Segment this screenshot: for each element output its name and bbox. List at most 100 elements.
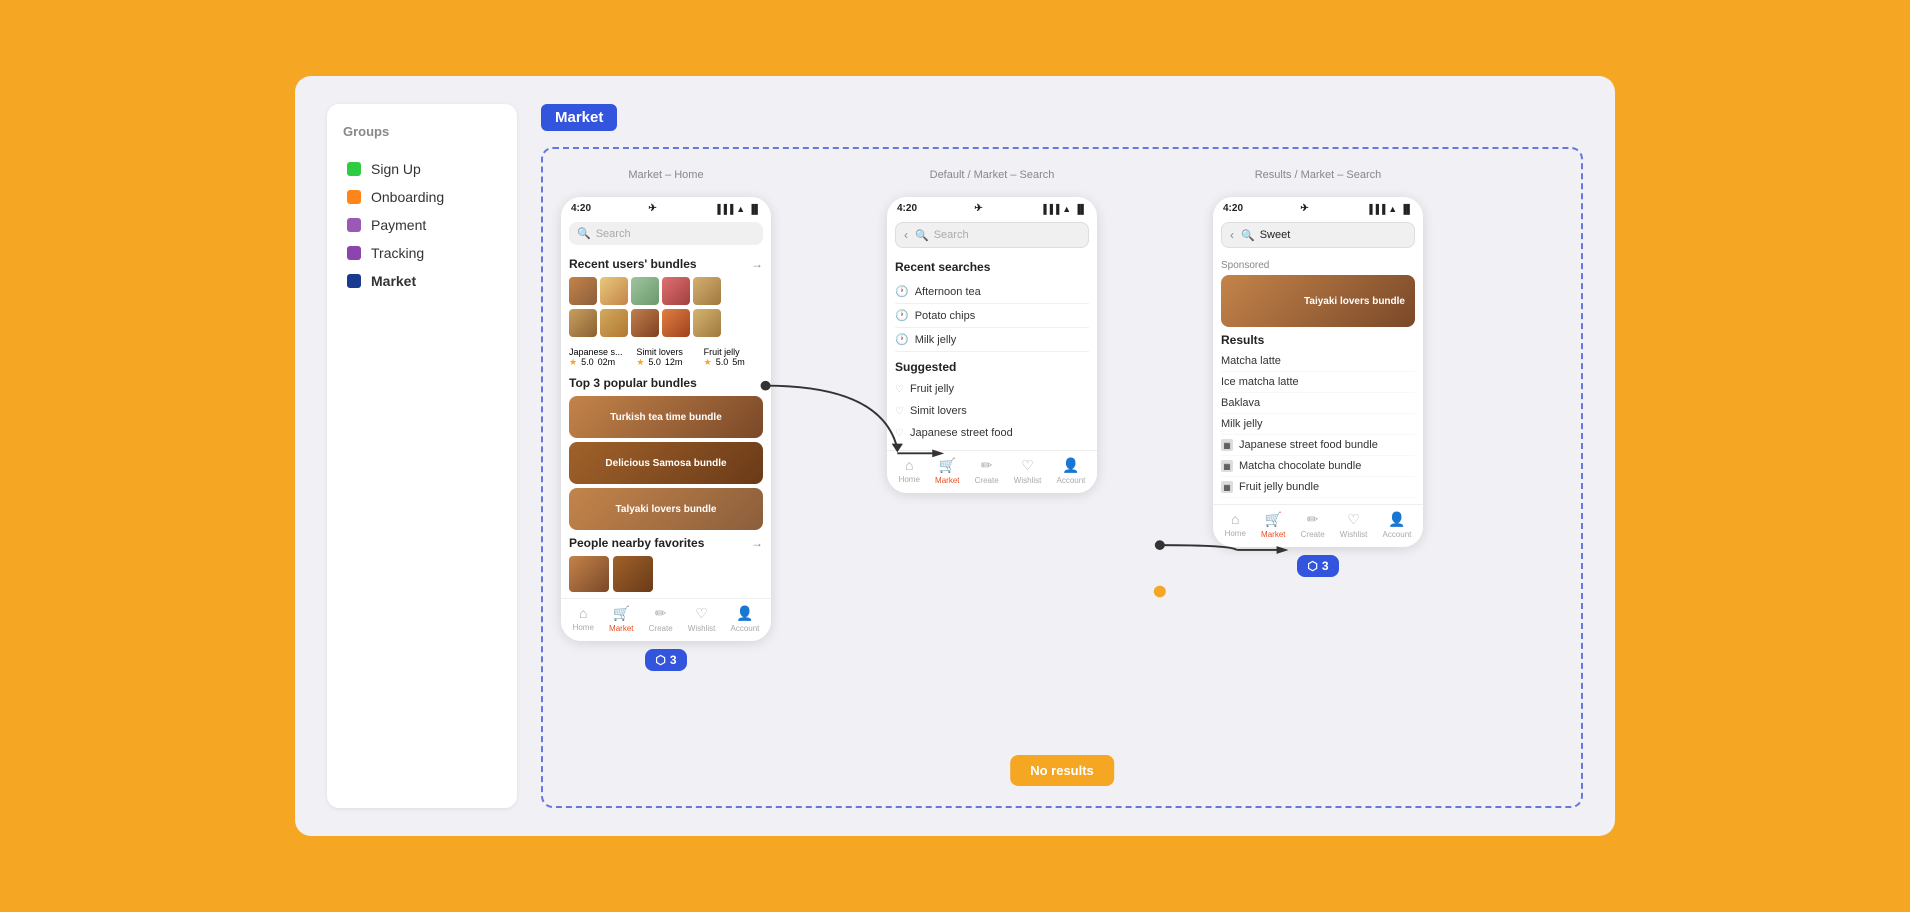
sidebar-item-signup[interactable]: Sign Up — [343, 155, 501, 183]
sponsored-label: Sponsored — [1221, 260, 1415, 271]
nav-home[interactable]: ⌂ Home — [573, 605, 594, 633]
screen2-nav-market[interactable]: 🛒 Market — [935, 457, 959, 485]
wifi-icon: ▲ — [736, 204, 745, 214]
screen2-battery-icon: ▐▌ — [1074, 204, 1087, 214]
sidebar-item-market[interactable]: Market — [343, 267, 501, 295]
bundle3-stars: ★ — [704, 357, 712, 368]
sidebar: Groups Sign Up Onboarding Payment Tracki… — [327, 104, 517, 808]
top-bundle-1[interactable]: Turkish tea time bundle — [569, 396, 763, 438]
sponsored-banner[interactable]: Taiyaki lovers bundle — [1221, 275, 1415, 327]
screen3-status-icons: ▐▐▐ ▲ ▐▌ — [1366, 204, 1413, 214]
screen1-bundle-grid — [569, 277, 763, 337]
screen3-badge-count: 3 — [1322, 559, 1329, 573]
top-bundle-3[interactable]: Talyaki lovers bundle — [569, 488, 763, 530]
sidebar-item-tracking[interactable]: Tracking — [343, 239, 501, 267]
suggested-item-3[interactable]: ♡ Japanese street food — [895, 422, 1089, 444]
bundle1-info: Japanese s... ★ 5.0 02m — [569, 347, 628, 368]
result-item-2[interactable]: Ice matcha latte — [1221, 372, 1415, 393]
nav-account[interactable]: 👤 Account — [731, 605, 760, 633]
result-3-label: Baklava — [1221, 397, 1260, 409]
screen2-nav-wishlist-label: Wishlist — [1014, 476, 1042, 485]
screen1-location-icon: ✈ — [648, 203, 656, 214]
screen2-col: Default / Market – Search 4:20 ✈ ▐▐▐ ▲ ▐… — [887, 169, 1097, 786]
result-item-6[interactable]: ▦ Matcha chocolate bundle — [1221, 456, 1415, 477]
account-icon: 👤 — [736, 605, 753, 622]
sidebar-title: Groups — [343, 124, 501, 139]
screen2-search-bar[interactable]: ‹ 🔍 Search — [895, 222, 1089, 248]
home-icon: ⌂ — [579, 605, 587, 621]
screen2-nav-market-label: Market — [935, 476, 959, 485]
screen3-nav-home[interactable]: ⌂ Home — [1225, 511, 1246, 539]
suggested-item-3-label: Japanese street food — [910, 427, 1013, 439]
screen1-nearby-header: People nearby favorites → — [569, 536, 763, 550]
screen2-nav-create[interactable]: ✏ Create — [975, 457, 999, 485]
screen3-search-icon: 🔍 — [1241, 229, 1255, 242]
bundle1-rating: 5.0 — [581, 357, 594, 368]
result-item-1[interactable]: Matcha latte — [1221, 351, 1415, 372]
recent-item-3[interactable]: 🕐 Milk jelly — [895, 328, 1089, 352]
screen2-nav-account[interactable]: 👤 Account — [1057, 457, 1086, 485]
bundle2-name: Simit lovers — [636, 347, 695, 357]
screen3-search-value: Sweet — [1260, 229, 1291, 241]
result-item-4[interactable]: Milk jelly — [1221, 414, 1415, 435]
onboarding-dot — [347, 190, 361, 204]
screens-wrapper: Market – Home 4:20 ✈ ▐▐▐ ▲ ▐▌ 🔍 — [541, 147, 1583, 808]
nav-wishlist[interactable]: ♡ Wishlist — [688, 605, 716, 633]
nearby-thumbs — [569, 556, 763, 592]
screen1-search-bar[interactable]: 🔍 Search — [569, 222, 763, 245]
screen2-location-icon: ✈ — [974, 203, 982, 214]
screen2-signal-icon: ▐▐▐ — [1040, 204, 1059, 214]
bundle1-stars: ★ — [569, 357, 577, 368]
suggested-item-2[interactable]: ♡ Simit lovers — [895, 400, 1089, 422]
create-icon: ✏ — [655, 605, 667, 622]
screen1-recent-arrow[interactable]: → — [751, 257, 763, 271]
result-item-7[interactable]: ▦ Fruit jelly bundle — [1221, 477, 1415, 498]
heart-icon-3: ♡ — [895, 428, 904, 439]
sidebar-item-payment[interactable]: Payment — [343, 211, 501, 239]
screen1-nearby-title: People nearby favorites — [569, 536, 704, 550]
screen3-nav-account[interactable]: 👤 Account — [1383, 511, 1412, 539]
recent-item-1-label: Afternoon tea — [915, 286, 981, 298]
screen3-time: 4:20 — [1223, 203, 1243, 214]
screen1-nearby-arrow[interactable]: → — [751, 536, 763, 550]
screen3-market-icon: 🛒 — [1265, 511, 1282, 528]
sidebar-label-payment: Payment — [371, 217, 426, 233]
bundle3-info: Fruit jelly ★ 5.0 5m — [704, 347, 763, 368]
screen1-body: Recent users' bundles → — [561, 251, 771, 598]
suggested-item-1[interactable]: ♡ Fruit jelly — [895, 378, 1089, 400]
result-item-3[interactable]: Baklava — [1221, 393, 1415, 414]
screen3-battery-icon: ▐▌ — [1400, 204, 1413, 214]
screen3-status-bar: 4:20 ✈ ▐▐▐ ▲ ▐▌ — [1213, 197, 1423, 218]
screen2-nav-wishlist[interactable]: ♡ Wishlist — [1014, 457, 1042, 485]
screen2-nav-home[interactable]: ⌂ Home — [899, 457, 920, 485]
sponsored-item-label: Taiyaki lovers bundle — [1304, 296, 1405, 307]
result-item-5[interactable]: ▦ Japanese street food bundle — [1221, 435, 1415, 456]
screen3-nav-market[interactable]: 🛒 Market — [1261, 511, 1285, 539]
screen3-layer-icon: ⬡ — [1307, 559, 1317, 573]
payment-dot — [347, 218, 361, 232]
screen3-back-btn[interactable]: ‹ — [1230, 228, 1234, 242]
bundle-icon-5: ▦ — [1221, 439, 1233, 451]
screen3-nav-create[interactable]: ✏ Create — [1301, 511, 1325, 539]
sidebar-item-onboarding[interactable]: Onboarding — [343, 183, 501, 211]
nav-market[interactable]: 🛒 Market — [609, 605, 633, 633]
suggested-item-1-label: Fruit jelly — [910, 383, 954, 395]
screen3-nav-wishlist[interactable]: ♡ Wishlist — [1340, 511, 1368, 539]
screen1-col: Market – Home 4:20 ✈ ▐▐▐ ▲ ▐▌ 🔍 — [561, 169, 771, 786]
recent-item-1[interactable]: 🕐 Afternoon tea — [895, 280, 1089, 304]
top-bundle-2-label: Delicious Samosa bundle — [605, 458, 726, 469]
top-bundle-2[interactable]: Delicious Samosa bundle — [569, 442, 763, 484]
nav-create[interactable]: ✏ Create — [649, 605, 673, 633]
screen2-back-btn[interactable]: ‹ — [904, 228, 908, 242]
screen1-top3-header: Top 3 popular bundles — [569, 376, 763, 390]
screen3-label: Results / Market – Search — [1255, 169, 1382, 181]
screen3-col: Results / Market – Search 4:20 ✈ ▐▐▐ ▲ ▐… — [1213, 169, 1423, 786]
result-2-label: Ice matcha latte — [1221, 376, 1299, 388]
screen2-search-icon: 🔍 — [915, 229, 929, 242]
thumb4 — [662, 277, 690, 305]
bundle-icon-7: ▦ — [1221, 481, 1233, 493]
result-5-label: Japanese street food bundle — [1239, 439, 1378, 451]
screen3-search-bar[interactable]: ‹ 🔍 Sweet — [1221, 222, 1415, 248]
recent-item-2[interactable]: 🕐 Potato chips — [895, 304, 1089, 328]
no-results-label: No results — [1030, 763, 1094, 778]
